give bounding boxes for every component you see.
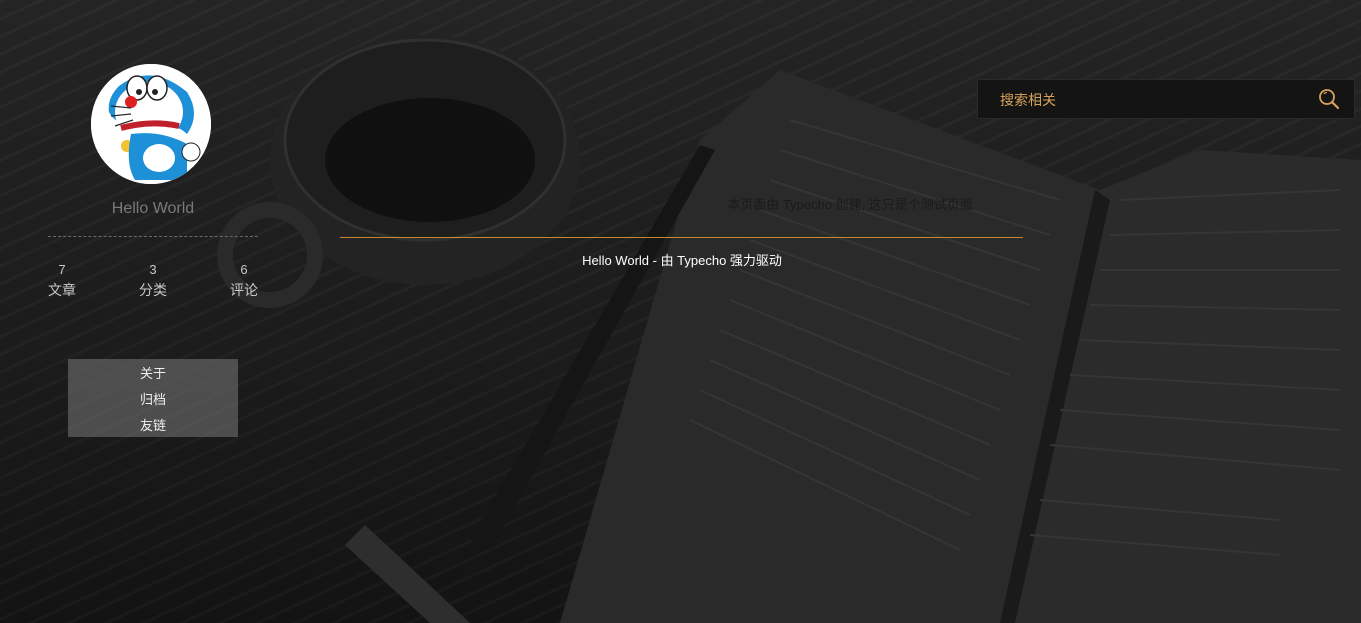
footer-text: Hello World - 由 Typecho 强力驱动 — [582, 253, 782, 268]
stat-categories: 3 分类 — [128, 259, 178, 301]
pen — [345, 525, 470, 623]
stat-posts-count: 7 — [58, 262, 66, 277]
page-tagline: 本页面由 Typecho 创建, 这只是个测试页面 — [727, 197, 973, 212]
search-input[interactable] — [978, 80, 1322, 120]
stat-comments-count: 6 — [240, 262, 248, 277]
sidebar-nav: 关于 归档 友链 — [68, 359, 238, 437]
stat-posts: 7 文章 — [37, 259, 87, 301]
stat-comments-label: 评论 — [230, 282, 258, 298]
stat-categories-count: 3 — [149, 262, 157, 277]
stat-categories-label: 分类 — [139, 282, 167, 298]
avatar[interactable] — [91, 64, 211, 184]
nav-item-about[interactable]: 关于 — [140, 361, 166, 387]
doraemon-avatar-icon — [91, 64, 211, 184]
search-box — [977, 79, 1355, 120]
stat-posts-label: 文章 — [48, 282, 76, 298]
accent-divider — [340, 237, 1023, 238]
site-name[interactable]: Hello World — [48, 200, 258, 218]
nav-item-archive[interactable]: 归档 — [140, 387, 166, 413]
page: Hello World 7 文章 3 分类 6 评论 关于 归档 友链 本页面由… — [0, 0, 1361, 623]
coffee-surface — [325, 98, 535, 222]
profile-divider — [48, 236, 258, 237]
stat-comments: 6 评论 — [219, 259, 269, 301]
search-icon[interactable] — [1318, 88, 1340, 110]
nav-item-links[interactable]: 友链 — [140, 413, 166, 439]
